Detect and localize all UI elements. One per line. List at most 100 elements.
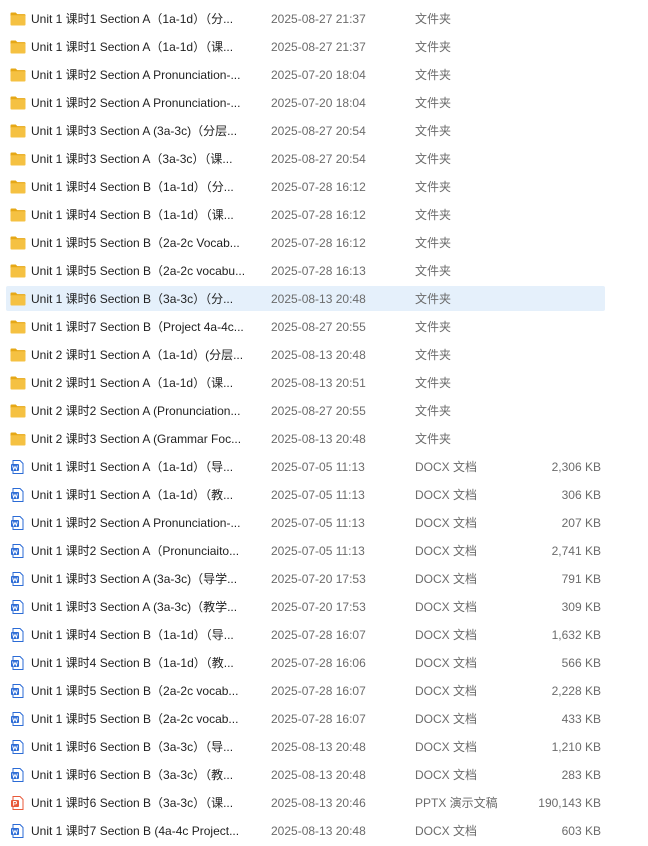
file-modified-date: 2025-07-05 11:13 — [271, 488, 365, 502]
file-modified-date: 2025-07-28 16:12 — [271, 236, 366, 250]
file-row[interactable]: Unit 2 课时3 Section A (Grammar Foc... 2025… — [0, 425, 648, 453]
file-name: Unit 1 课时2 Section A Pronunciation-... — [31, 516, 241, 530]
file-row[interactable]: Unit 2 课时2 Section A (Pronunciation... 20… — [0, 397, 648, 425]
folder-icon — [10, 236, 26, 250]
file-modified-date: 2025-08-13 20:48 — [271, 432, 366, 446]
file-name: Unit 1 课时6 Section B（3a-3c）（导... — [31, 740, 234, 754]
file-row[interactable]: Unit 1 课时1 Section A（1a-1d）（教... 2025-07-… — [0, 481, 648, 509]
docx-icon — [10, 600, 26, 614]
file-size: 309 KB — [561, 600, 601, 614]
file-row[interactable]: Unit 1 课时6 Section B（3a-3c）（导... 2025-08-… — [0, 733, 648, 761]
folder-icon — [10, 208, 26, 222]
docx-icon — [10, 628, 26, 642]
file-size: 306 KB — [561, 488, 601, 502]
file-modified-date: 2025-07-20 18:04 — [271, 96, 366, 110]
file-modified-date: 2025-08-27 20:54 — [271, 124, 366, 138]
file-type: 文件夹 — [415, 320, 452, 334]
file-row[interactable]: Unit 1 课时6 Section B（3a-3c）（分... 2025-08-… — [0, 285, 648, 313]
docx-icon — [10, 768, 26, 782]
file-modified-date: 2025-07-05 11:13 — [271, 460, 365, 474]
file-size: 566 KB — [561, 656, 601, 670]
file-name: Unit 2 课时3 Section A (Grammar Foc... — [31, 432, 242, 446]
file-row[interactable]: Unit 1 课时1 Section A（1a-1d）（分... 2025-08-… — [0, 5, 648, 33]
file-row[interactable]: Unit 1 课时3 Section A (3a-3c)（分层... 2025-0… — [0, 117, 648, 145]
file-type: DOCX 文档 — [415, 656, 478, 670]
folder-icon — [10, 124, 26, 138]
file-type: 文件夹 — [415, 432, 452, 446]
file-row[interactable]: Unit 1 课时7 Section B（Project 4a-4c... 202… — [0, 313, 648, 341]
file-size: 2,306 KB — [551, 460, 601, 474]
file-modified-date: 2025-08-27 20:54 — [271, 152, 366, 166]
file-name: Unit 2 课时1 Section A（1a-1d）（课... — [31, 376, 234, 390]
file-modified-date: 2025-07-20 17:53 — [271, 600, 366, 614]
docx-icon — [10, 740, 26, 754]
file-row[interactable]: Unit 2 课时1 Section A（1a-1d）(分层... 2025-08… — [0, 341, 648, 369]
file-size: 2,228 KB — [551, 684, 601, 698]
file-row[interactable]: Unit 1 课时4 Section B（1a-1d）（导... 2025-07-… — [0, 621, 648, 649]
file-modified-date: 2025-08-13 20:48 — [271, 740, 366, 754]
file-row[interactable]: Unit 1 课时6 Section B（3a-3c）（课... 2025-08-… — [0, 789, 648, 817]
file-list: Unit 1 课时1 Section A（1a-1d）（分... 2025-08-… — [0, 5, 648, 845]
file-modified-date: 2025-08-27 20:55 — [271, 320, 366, 334]
file-modified-date: 2025-07-28 16:12 — [271, 208, 366, 222]
file-modified-date: 2025-07-05 11:13 — [271, 516, 365, 530]
file-name: Unit 1 课时1 Section A（1a-1d）（教... — [31, 488, 234, 502]
file-row[interactable]: Unit 1 课时2 Section A Pronunciation-... 20… — [0, 89, 648, 117]
file-name: Unit 1 课时3 Section A (3a-3c)（分层... — [31, 124, 238, 138]
file-row[interactable]: Unit 1 课时1 Section A（1a-1d）（导... 2025-07-… — [0, 453, 648, 481]
file-type: 文件夹 — [415, 40, 452, 54]
docx-icon — [10, 684, 26, 698]
file-type: DOCX 文档 — [415, 768, 478, 782]
file-modified-date: 2025-07-28 16:12 — [271, 180, 366, 194]
file-name: Unit 2 课时1 Section A（1a-1d）(分层... — [31, 348, 244, 362]
file-type: 文件夹 — [415, 124, 452, 138]
folder-icon — [10, 404, 26, 418]
file-row[interactable]: Unit 1 课时5 Section B（2a-2c vocabu... 2025… — [0, 257, 648, 285]
file-row[interactable]: Unit 1 课时5 Section B（2a-2c vocab... 2025-… — [0, 677, 648, 705]
file-name: Unit 1 课时3 Section A (3a-3c)（导学... — [31, 572, 238, 586]
file-row[interactable]: Unit 1 课时5 Section B（2a-2c vocab... 2025-… — [0, 705, 648, 733]
file-row[interactable]: Unit 1 课时5 Section B（2a-2c Vocab... 2025-… — [0, 229, 648, 257]
file-row[interactable]: Unit 1 课时3 Section A (3a-3c)（教学... 2025-0… — [0, 593, 648, 621]
file-size: 603 KB — [561, 824, 601, 838]
docx-icon — [10, 712, 26, 726]
folder-icon — [10, 40, 26, 54]
file-type: 文件夹 — [415, 68, 452, 82]
folder-icon — [10, 376, 26, 390]
file-row[interactable]: Unit 1 课时4 Section B（1a-1d）（课... 2025-07-… — [0, 201, 648, 229]
folder-icon — [10, 320, 26, 334]
file-type: 文件夹 — [415, 264, 452, 278]
file-row[interactable]: Unit 1 课时4 Section B（1a-1d）（分... 2025-07-… — [0, 173, 648, 201]
file-row[interactable]: Unit 1 课时2 Section A Pronunciation-... 20… — [0, 509, 648, 537]
file-row[interactable]: Unit 1 课时2 Section A Pronunciation-... 20… — [0, 61, 648, 89]
file-type: 文件夹 — [415, 292, 452, 306]
file-modified-date: 2025-08-13 20:48 — [271, 292, 366, 306]
file-row[interactable]: Unit 1 课时7 Section B (4a-4c Project... 20… — [0, 817, 648, 845]
file-name: Unit 1 课时4 Section B（1a-1d）（导... — [31, 628, 234, 642]
file-name: Unit 1 课时2 Section A Pronunciation-... — [31, 68, 241, 82]
file-row[interactable]: Unit 1 课时3 Section A (3a-3c)（导学... 2025-0… — [0, 565, 648, 593]
folder-icon — [10, 264, 26, 278]
file-modified-date: 2025-08-13 20:48 — [271, 348, 366, 362]
file-row[interactable]: Unit 1 课时6 Section B（3a-3c）（教... 2025-08-… — [0, 761, 648, 789]
file-type: 文件夹 — [415, 208, 452, 222]
file-name: Unit 1 课时1 Section A（1a-1d）（导... — [31, 460, 234, 474]
file-row[interactable]: Unit 1 课时3 Section A（3a-3c）（课... 2025-08-… — [0, 145, 648, 173]
file-row[interactable]: Unit 1 课时2 Section A（Pronunciaito... 2025… — [0, 537, 648, 565]
file-name: Unit 1 课时7 Section B（Project 4a-4c... — [31, 320, 244, 334]
file-name: Unit 1 课时2 Section A Pronunciation-... — [31, 96, 241, 110]
pptx-icon — [10, 796, 26, 810]
file-row[interactable]: Unit 2 课时1 Section A（1a-1d）（课... 2025-08-… — [0, 369, 648, 397]
file-row[interactable]: Unit 1 课时4 Section B（1a-1d）（教... 2025-07-… — [0, 649, 648, 677]
file-type: DOCX 文档 — [415, 600, 478, 614]
file-type: DOCX 文档 — [415, 544, 478, 558]
file-row[interactable]: Unit 1 课时1 Section A（1a-1d）（课... 2025-08-… — [0, 33, 648, 61]
folder-icon — [10, 152, 26, 166]
file-size: 2,741 KB — [551, 544, 601, 558]
file-type: 文件夹 — [415, 152, 452, 166]
file-type: PPTX 演示文稿 — [415, 796, 498, 810]
folder-icon — [10, 68, 26, 82]
docx-icon — [10, 544, 26, 558]
file-modified-date: 2025-07-28 16:07 — [271, 684, 366, 698]
file-type: 文件夹 — [415, 180, 452, 194]
